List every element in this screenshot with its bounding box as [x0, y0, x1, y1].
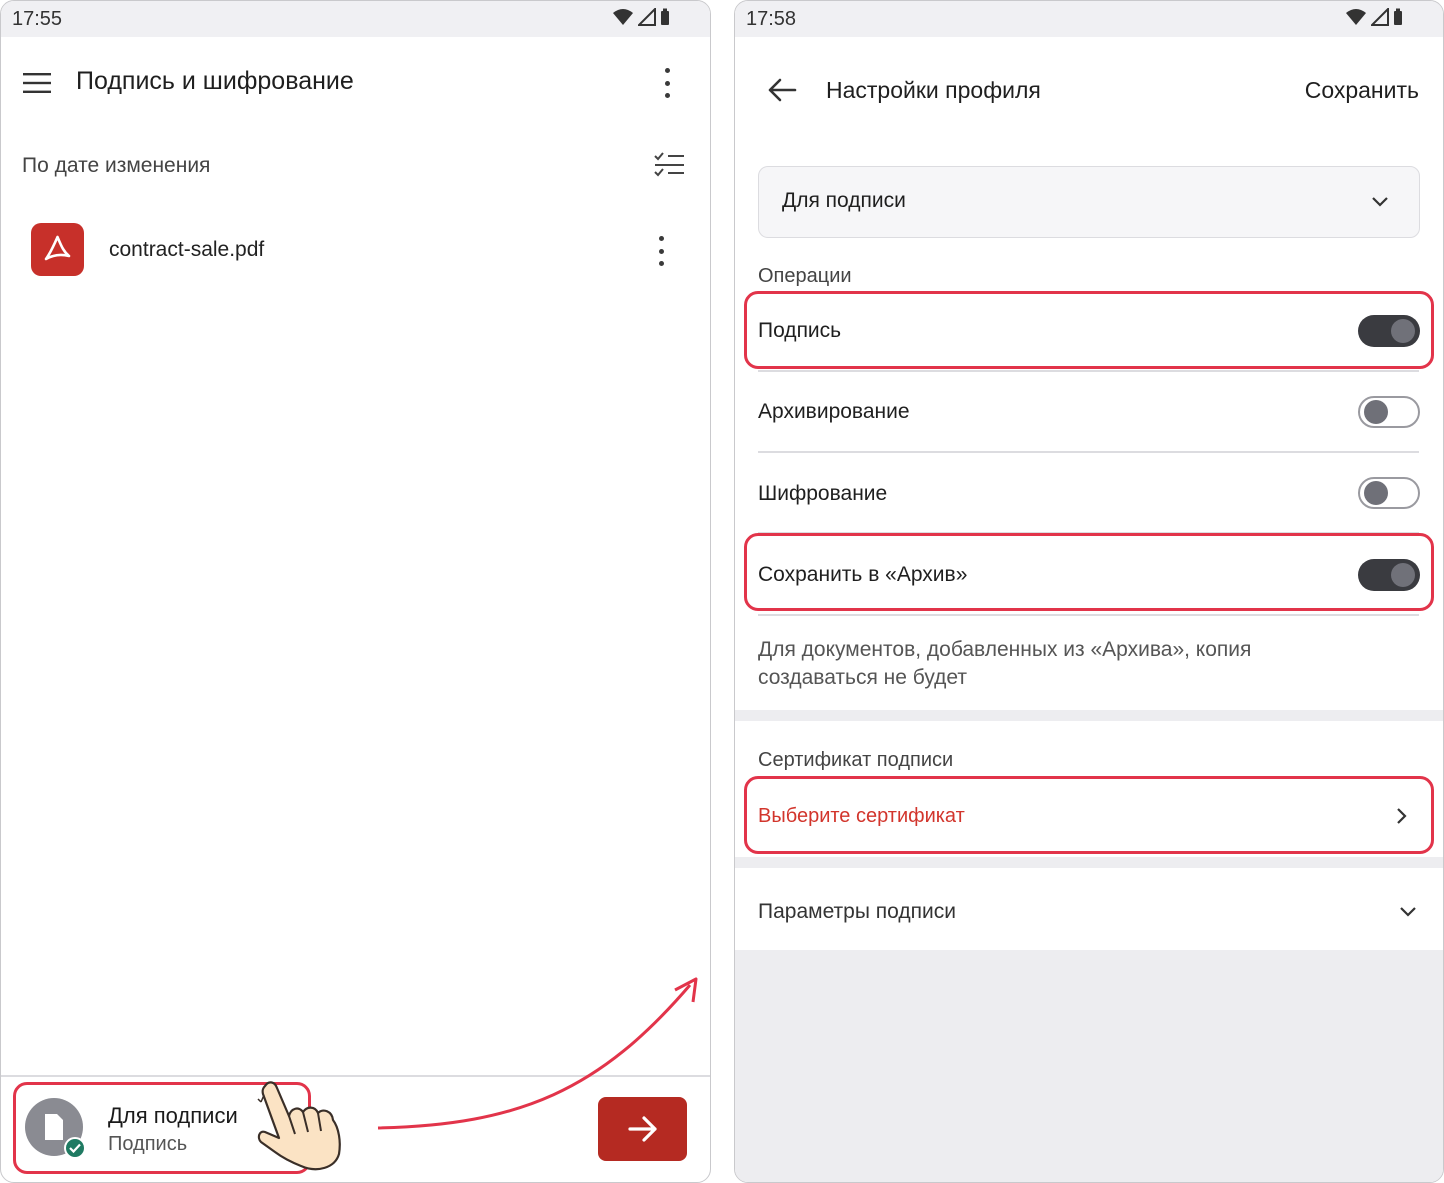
status-icons — [612, 8, 670, 26]
operation-sign-toggle[interactable] — [1358, 315, 1420, 347]
file-list-item[interactable]: contract-sale.pdf — [1, 216, 709, 286]
arrow-right-icon — [628, 1116, 657, 1142]
divider — [758, 614, 1419, 616]
back-arrow-icon[interactable] — [767, 77, 797, 103]
empty-area — [735, 950, 1443, 1182]
next-button[interactable] — [598, 1097, 687, 1161]
battery-icon — [661, 8, 669, 25]
check-badge-icon — [64, 1137, 86, 1159]
select-list-icon[interactable] — [653, 151, 685, 179]
certificate-header: Сертификат подписи — [758, 749, 954, 771]
operation-encrypt-label: Шифрование — [758, 482, 888, 505]
page-title: Подпись и шифрование — [76, 67, 354, 95]
bottom-panel-divider — [1, 1075, 710, 1077]
profile-dropdown-value: Для подписи — [782, 189, 906, 212]
sign-params-label: Параметры подписи — [758, 900, 956, 923]
profile-type: Подпись — [108, 1133, 188, 1155]
operation-sign-label: Подпись — [758, 319, 842, 342]
status-bar: 17:55 — [1, 1, 710, 37]
tap-hand-icon — [257, 1081, 341, 1171]
section-separator — [735, 710, 1443, 721]
status-time: 17:58 — [746, 8, 797, 30]
battery-icon — [1394, 8, 1402, 25]
profile-dropdown[interactable]: Для подписи — [758, 166, 1420, 238]
more-options-icon[interactable] — [657, 68, 677, 98]
wifi-icon — [1346, 9, 1366, 25]
sort-label[interactable]: По дате изменения — [22, 154, 210, 178]
section-separator — [735, 857, 1443, 868]
save-to-archive-label: Сохранить в «Архив» — [758, 563, 968, 586]
archive-note-line1: Для документов, добавленных из «Архива»,… — [758, 638, 1252, 661]
file-more-options-icon[interactable] — [651, 236, 671, 266]
operation-archive-label: Архивирование — [758, 400, 910, 423]
wifi-icon — [613, 9, 633, 25]
divider — [758, 532, 1419, 534]
status-icons — [1345, 8, 1403, 26]
sign-params-expander[interactable]: Параметры подписи — [735, 868, 1443, 950]
phone-screen-documents: 17:55 Подпись и шифрование По дате измен… — [0, 0, 711, 1183]
status-time: 17:55 — [12, 8, 63, 30]
operation-encrypt-toggle[interactable] — [1358, 477, 1420, 509]
chevron-down-icon — [1400, 907, 1416, 917]
status-bar: 17:58 — [735, 1, 1443, 37]
archive-note-line2: создаваться не будет — [758, 666, 968, 689]
file-name: contract-sale.pdf — [109, 238, 265, 261]
certificate-selector[interactable]: Выберите сертификат — [735, 781, 1443, 851]
phone-screen-profile-settings: 17:58 Настройки профиля Сохранить Для по… — [734, 0, 1444, 1183]
page-title: Настройки профиля — [826, 77, 1041, 103]
menu-icon[interactable] — [23, 73, 51, 93]
signal-icon — [1371, 8, 1389, 26]
certificate-selector-label: Выберите сертификат — [758, 805, 965, 827]
pdf-file-icon — [31, 223, 84, 276]
operation-archive-toggle[interactable] — [1358, 396, 1420, 428]
save-to-archive-toggle[interactable] — [1358, 559, 1420, 591]
save-button[interactable]: Сохранить — [1305, 77, 1419, 104]
chevron-down-icon — [1372, 197, 1388, 207]
divider — [758, 370, 1419, 372]
chevron-right-icon — [1397, 808, 1407, 824]
operations-header: Операции — [758, 265, 852, 287]
profile-name: Для подписи — [108, 1103, 238, 1128]
divider — [758, 451, 1419, 453]
signal-icon — [638, 8, 656, 26]
profile-avatar — [25, 1098, 86, 1159]
